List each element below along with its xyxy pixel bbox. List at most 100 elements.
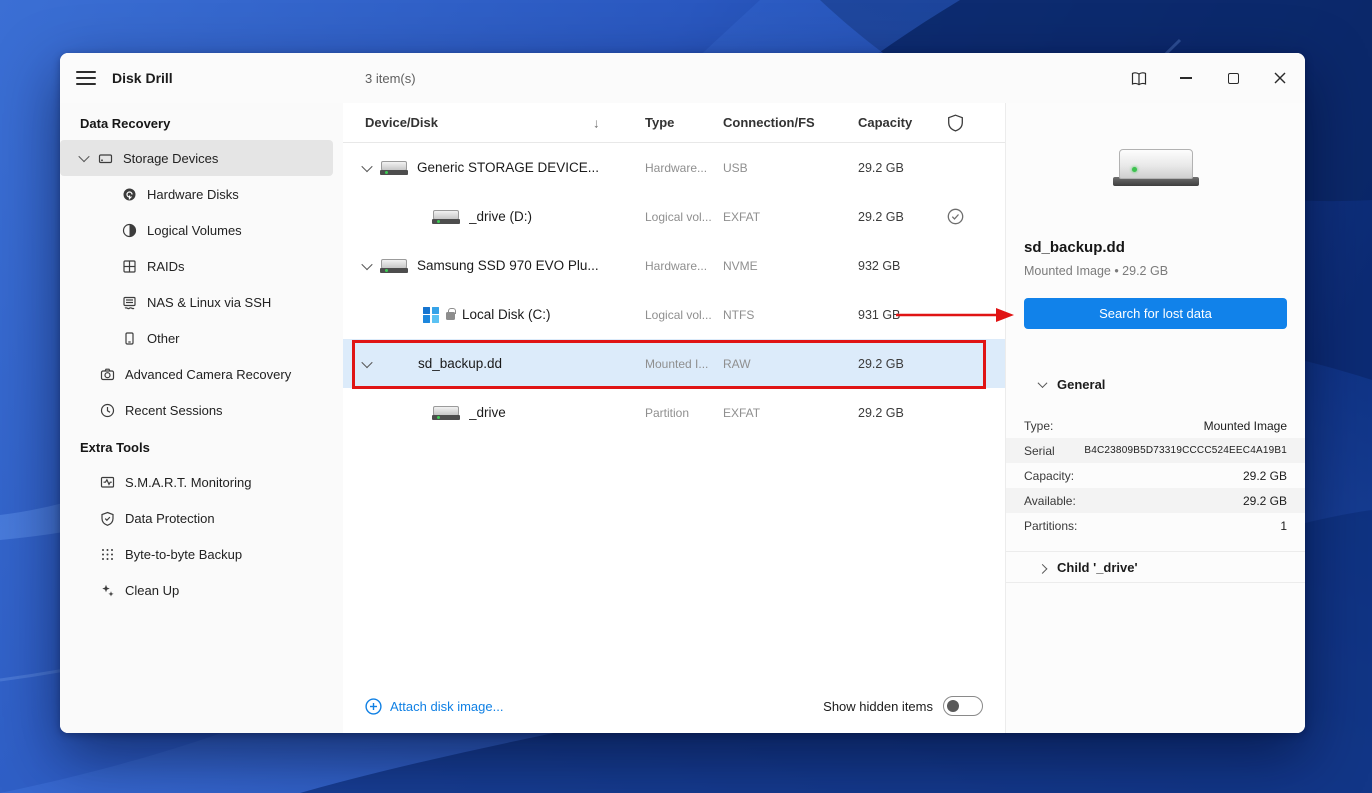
sidebar-item-logical-volumes[interactable]: Logical Volumes	[60, 212, 333, 248]
device-fs: EXFAT	[723, 209, 761, 224]
property-row: Partitions: 1	[1024, 518, 1287, 533]
sidebar-item-other[interactable]: Other	[60, 320, 333, 356]
sidebar-item-label: Storage Devices	[123, 150, 219, 166]
byte-backup-icon	[102, 548, 113, 560]
sidebar-item-label: Hardware Disks	[147, 186, 239, 202]
sidebar-item-advanced-camera-recovery[interactable]: Advanced Camera Recovery	[60, 356, 333, 392]
chevron-down-icon[interactable]	[361, 356, 373, 368]
sidebar-item-label: Advanced Camera Recovery	[125, 366, 292, 382]
device-name: Samsung SSD 970 EVO Plu...	[417, 258, 599, 273]
child-drive-section-header[interactable]: Child '_drive'	[1006, 551, 1305, 583]
column-header-capacity[interactable]: Capacity	[858, 115, 936, 130]
search-for-lost-data-button[interactable]: Search for lost data	[1024, 298, 1287, 329]
protected-check-icon[interactable]	[947, 208, 964, 225]
bitlocker-lock-icon	[446, 308, 456, 320]
device-type: Logical vol...	[645, 307, 712, 322]
smart-monitoring-icon	[100, 476, 115, 488]
chevron-right-icon	[1037, 563, 1048, 574]
sidebar-item-storage-devices[interactable]: Storage Devices	[60, 140, 333, 176]
sort-descending-icon[interactable]: ↓	[593, 115, 600, 130]
attach-disk-image-link[interactable]: Attach disk image...	[365, 697, 503, 715]
device-capacity: 29.2 GB	[858, 405, 904, 420]
selected-device-subtitle: Mounted Image • 29.2 GB	[1024, 264, 1169, 278]
chevron-down-icon[interactable]	[361, 160, 373, 172]
device-list-panel: Device/Disk ↓ Type Connection/FS Capacit…	[343, 103, 1005, 733]
property-list: Type: Mounted Image Serial B4C23809B5D7331…	[1006, 413, 1305, 538]
drive-icon	[380, 160, 408, 175]
device-capacity: 29.2 GB	[858, 209, 904, 224]
raids-icon	[123, 259, 136, 273]
device-capacity: 931 GB	[858, 307, 901, 322]
table-row[interactable]: Generic STORAGE DEVICE... Hardware... US…	[343, 143, 1005, 192]
shield-icon	[948, 114, 963, 132]
property-row: Available: 29.2 GB	[1006, 488, 1305, 513]
close-button[interactable]	[1265, 63, 1295, 93]
windows-logo-icon	[423, 306, 439, 323]
column-header-connection[interactable]: Connection/FS	[723, 115, 858, 130]
column-header-device[interactable]: Device/Disk ↓	[343, 115, 645, 130]
sidebar-item-label: Clean Up	[125, 582, 180, 598]
property-row: Serial B4C23809B5D73319CCCC524EEC4A19B1	[1006, 438, 1305, 463]
hardware-disks-icon	[123, 188, 136, 200]
sidebar-item-clean-up[interactable]: Clean Up	[60, 572, 333, 608]
circle-plus-icon	[365, 697, 382, 715]
help-book-icon[interactable]	[1124, 63, 1154, 93]
selected-device-title: sd_backup.dd	[1024, 239, 1125, 256]
chevron-down-icon[interactable]	[361, 258, 373, 270]
device-type: Hardware...	[645, 160, 708, 175]
table-row[interactable]: Local Disk (C:) Logical vol... NTFS 931 …	[343, 290, 1005, 339]
device-capacity: 29.2 GB	[858, 160, 904, 175]
show-hidden-label: Show hidden items	[823, 698, 933, 714]
drive-icon	[432, 405, 460, 420]
sidebar-item-byte-backup[interactable]: Byte-to-byte Backup	[60, 536, 333, 572]
chevron-down-icon	[78, 150, 90, 163]
sidebar-item-recent-sessions[interactable]: Recent Sessions	[60, 392, 333, 428]
sidebar-item-hardware-disks[interactable]: Hardware Disks	[60, 176, 333, 212]
desktop: Disk Drill 3 item(s) Data Recovery Stora…	[0, 0, 1372, 793]
other-device-icon	[125, 331, 134, 345]
sidebar-item-label: Data Protection	[125, 510, 215, 526]
device-fs: EXFAT	[723, 405, 761, 420]
sidebar-item-nas-ssh[interactable]: NAS & Linux via SSH	[60, 284, 333, 320]
table-row-selected[interactable]: sd_backup.dd Mounted I... RAW 29.2 GB	[343, 339, 1005, 388]
drive-icon	[380, 258, 408, 273]
window-controls	[1124, 53, 1295, 103]
sidebar-item-label: RAIDs	[147, 258, 185, 274]
device-capacity: 29.2 GB	[858, 356, 904, 371]
column-header-protection[interactable]	[936, 114, 1005, 132]
storage-devices-icon	[98, 153, 113, 163]
sidebar-item-label: Other	[147, 330, 180, 346]
sidebar-item-label: Logical Volumes	[147, 222, 242, 238]
sidebar-item-smart-monitoring[interactable]: S.M.A.R.T. Monitoring	[60, 464, 333, 500]
sidebar-item-raids[interactable]: RAIDs	[60, 248, 333, 284]
table-header: Device/Disk ↓ Type Connection/FS Capacit…	[343, 103, 1005, 143]
minimize-button[interactable]	[1171, 63, 1201, 93]
device-capacity: 932 GB	[858, 258, 901, 273]
hamburger-menu-icon[interactable]	[76, 71, 96, 85]
column-header-type[interactable]: Type	[645, 115, 723, 130]
property-row: Capacity: 29.2 GB	[1024, 468, 1287, 483]
device-type: Hardware...	[645, 258, 708, 273]
general-section-header[interactable]: General	[1006, 373, 1305, 395]
nas-ssh-icon	[123, 296, 136, 309]
table-row[interactable]: _drive Partition EXFAT 29.2 GB	[343, 388, 1005, 437]
camera-icon	[100, 368, 115, 380]
device-fs: NVME	[723, 258, 758, 273]
device-type: Partition	[645, 405, 690, 420]
device-name: sd_backup.dd	[418, 356, 503, 371]
table-row[interactable]: Samsung SSD 970 EVO Plu... Hardware... N…	[343, 241, 1005, 290]
sidebar-item-label: S.M.A.R.T. Monitoring	[125, 474, 252, 490]
property-row: Type: Mounted Image	[1024, 418, 1287, 433]
details-panel: sd_backup.dd Mounted Image • 29.2 GB Sea…	[1005, 103, 1305, 733]
drive-illustration	[1112, 149, 1199, 186]
device-name: _drive (D:)	[469, 209, 533, 224]
drive-led	[1131, 167, 1137, 172]
disk-drill-window: Disk Drill 3 item(s) Data Recovery Stora…	[60, 53, 1305, 733]
show-hidden-toggle[interactable]	[943, 696, 983, 716]
maximize-button[interactable]	[1218, 63, 1248, 93]
titlebar[interactable]: Disk Drill 3 item(s)	[60, 53, 1305, 103]
device-type: Logical vol...	[645, 209, 712, 224]
table-row[interactable]: _drive (D:) Logical vol... EXFAT 29.2 GB	[343, 192, 1005, 241]
device-type: Mounted I...	[645, 356, 709, 371]
sidebar-item-data-protection[interactable]: Data Protection	[60, 500, 333, 536]
